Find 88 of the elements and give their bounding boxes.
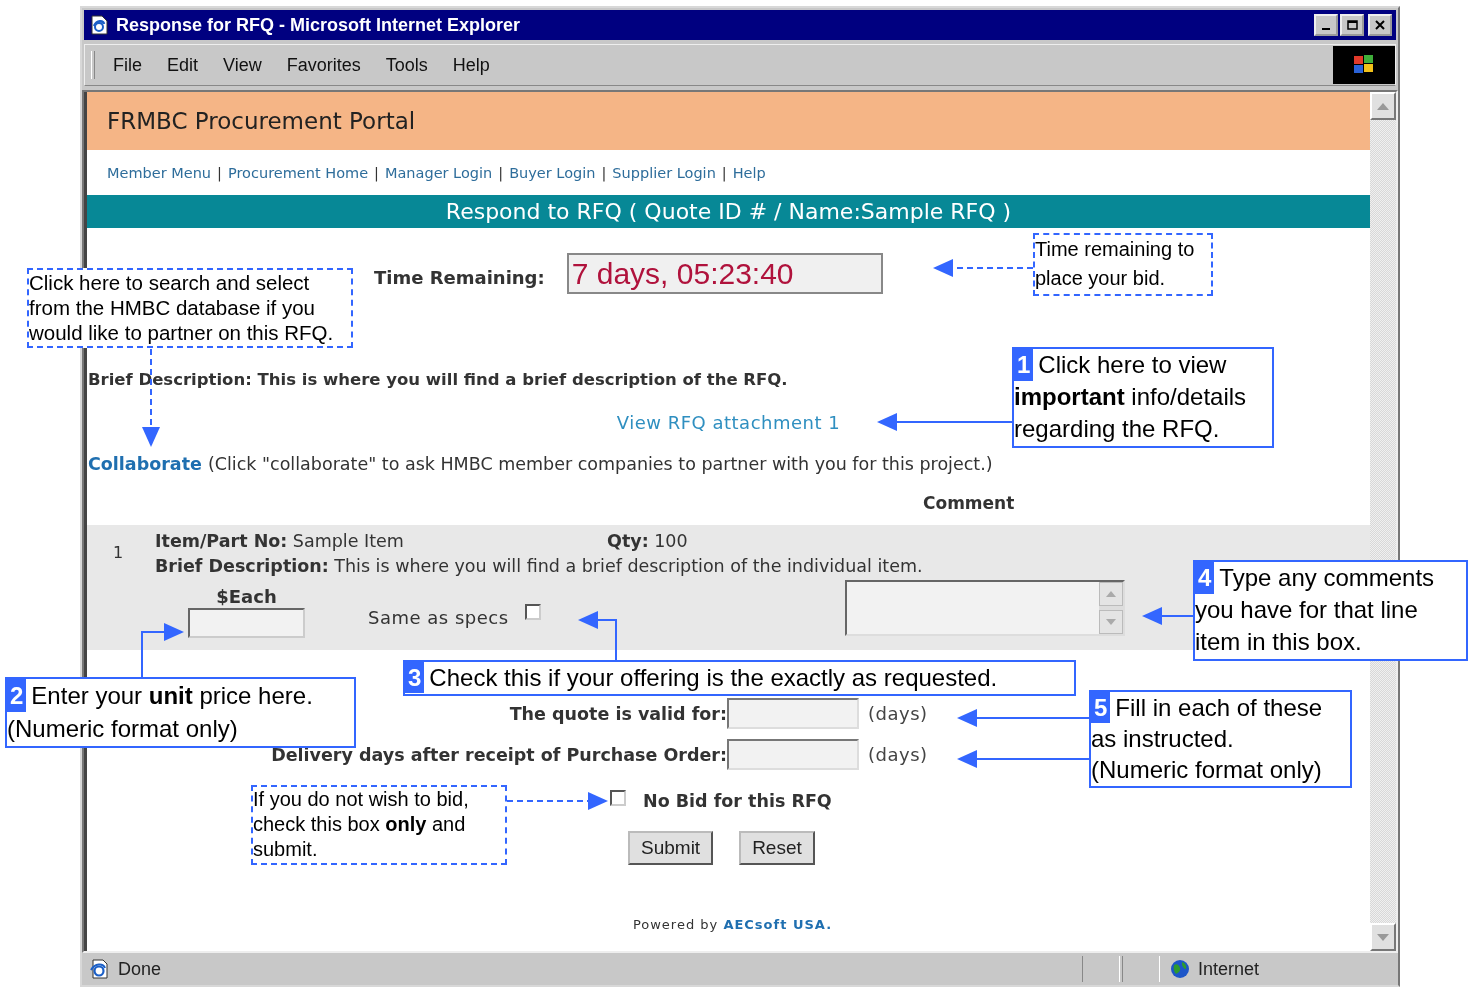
same-as-specs-checkbox[interactable] [524,604,541,620]
brief-description: Brief Description: This is where you will find a brief description of the RFQ. [87,369,789,391]
field-label: Delivery days after receipt of Purchase Order: [270,744,727,765]
nav-link[interactable]: Supplier Login [612,164,716,181]
menu-item[interactable]: View [223,54,262,76]
form-button[interactable]: Reset [739,831,815,865]
step-number: 5 [1091,692,1111,723]
maximize-button[interactable] [1340,14,1364,36]
callout-text: (Numeric format only) [1091,755,1322,785]
triangle-down-icon [1377,933,1389,941]
browser-page-icon [88,14,110,36]
zone-text: Internet [1198,958,1260,980]
no-bid-checkbox[interactable] [610,790,626,806]
minimize-icon [1322,28,1330,30]
callout-text: from the HMBC database if you [29,295,315,320]
callout-text: as instructed. [1091,724,1234,754]
nav-link[interactable]: Buyer Login [509,164,596,181]
close-button[interactable] [1368,14,1392,36]
days-input[interactable] [727,698,859,729]
page-icon [88,959,110,979]
step-number: 3 [405,662,425,693]
price-input[interactable] [188,608,305,638]
portal-title: FRMBC Procurement Portal [107,108,416,134]
separator: | [374,164,379,181]
callout-text: Enter your unit price here. [31,681,313,711]
menu-item[interactable]: Edit [167,54,199,76]
callout-text: you have for that line [1195,595,1418,625]
callout-text: Type any comments [1219,563,1435,593]
unit-label: (days) [868,744,928,765]
field-label: The quote is valid for: [508,703,727,724]
countdown-display: 7 days, 05:23:40 [566,252,883,294]
menu-item[interactable]: Help [452,54,490,76]
step-number: 2 [7,679,27,712]
collaborate-note: (Click "collaborate" to ask HMBC member companies to partner with you for this project.) [207,454,993,474]
step-number: 4 [1195,562,1215,594]
minimize-button[interactable] [1314,14,1338,36]
triangle-up-icon [1377,102,1389,110]
nav-link[interactable]: Help [732,164,766,181]
callout-text: submit. [253,837,318,862]
callout-text: important info/details [1014,382,1247,412]
same-as-specs-label: Same as specs [368,607,509,628]
triangle-up-icon [1106,591,1116,597]
form-button[interactable]: Submit [628,831,714,865]
banner-title: Respond to RFQ ( Quote ID # / Name:Sample RFQ ) [445,199,1012,224]
comment-header: Comment [923,493,1015,513]
no-bid-label: No Bid for this RFQ [643,791,832,811]
nav-link[interactable]: Member Menu [107,164,212,181]
menu-item[interactable]: File [113,54,142,76]
item-number: 1 [112,542,125,562]
step-number: 1 [1014,349,1034,381]
maximize-icon [1346,20,1358,30]
item-description: Brief Description: This is where you will find a brief description of the individual item. [155,556,923,576]
callout-text: place your bid. [1035,266,1166,291]
menu-item[interactable]: Tools [385,54,428,76]
attachment-link[interactable]: View RFQ attachment 1 [616,412,841,433]
status-text: Done [118,958,162,980]
menu-item[interactable]: Favorites [286,54,361,76]
item-part-number: Item/Part No: Sample Item [155,531,405,551]
close-icon [1375,20,1385,30]
status-pane [1122,956,1161,982]
item-quantity: Qty: 100 [607,531,688,551]
triangle-down-icon [1106,619,1116,625]
callout-text: Check this if your offering is the exactly as requested. [429,663,998,693]
callout-text: check this box only and [253,812,466,837]
price-label: $Each [216,586,277,607]
separator: | [601,164,607,181]
callout-text: Click here to view [1038,350,1227,380]
callout-text: If you do not wish to bid, [253,787,469,812]
nav-link[interactable]: Manager Login [384,164,493,181]
separator: | [217,164,222,181]
status-pane [1082,956,1121,982]
callout-text: (Numeric format only) [7,714,238,744]
callout-text: Fill in each of these [1115,693,1323,723]
callout-text: Click here to search and select [29,270,310,295]
unit-label: (days) [868,703,928,724]
callout-text: regarding the RFQ. [1014,414,1220,444]
collaborate-link[interactable]: Collaborate [88,454,202,474]
globe-icon [1170,959,1191,979]
days-input[interactable] [727,739,859,770]
nav-link[interactable]: Procurement Home [227,164,369,181]
window-title: Response for RFQ - Microsoft Internet Explorer [116,14,521,36]
separator: | [498,164,504,181]
powered-by-text: Powered by AECsoft USA. [631,917,833,932]
time-remaining-label: Time Remaining: [374,266,545,288]
separator: | [721,164,727,181]
callout-text: would like to partner on this RFQ. [29,320,334,345]
callout-text: item in this box. [1195,627,1362,657]
callout-text: Time remaining to [1035,237,1195,262]
